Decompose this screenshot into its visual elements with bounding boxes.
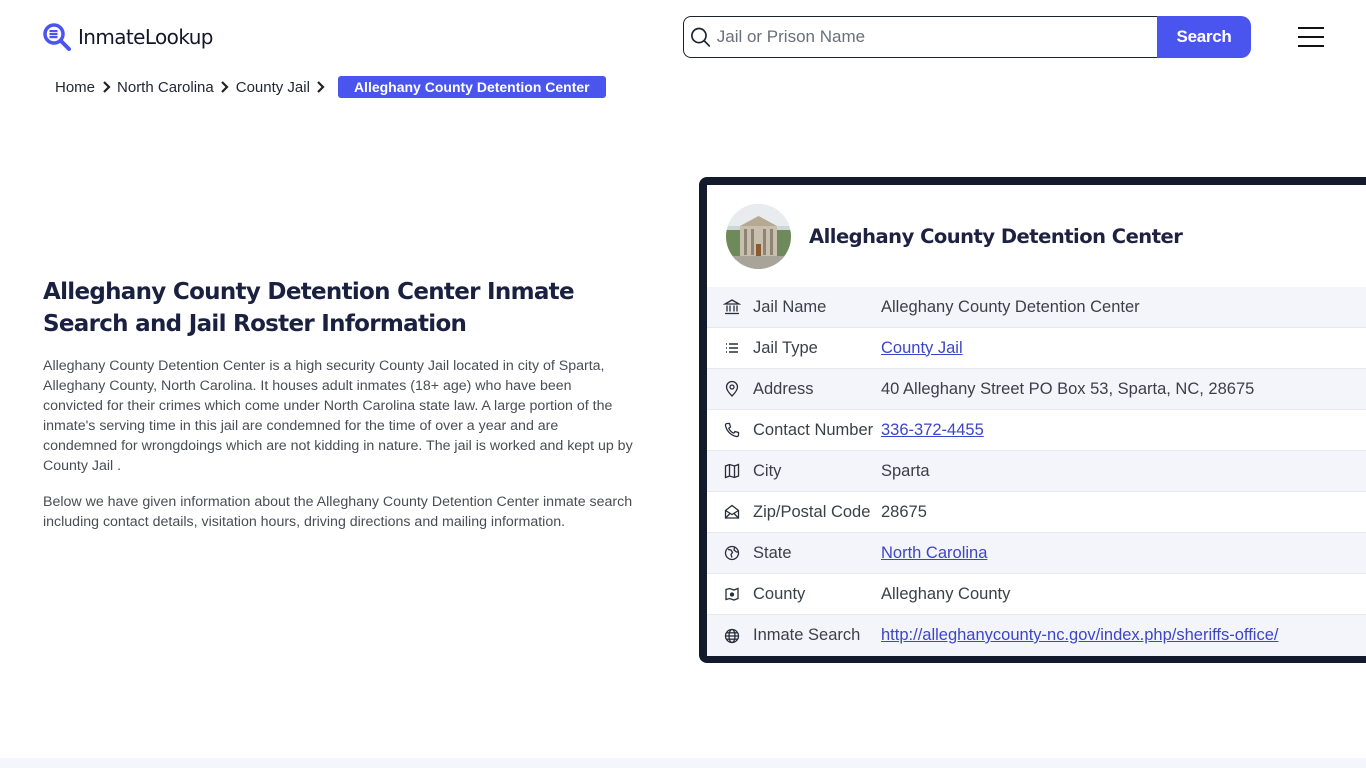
map-icon — [723, 462, 741, 480]
search-icon — [691, 27, 711, 47]
row-label: Jail Type — [753, 338, 818, 357]
globe-region-icon — [723, 544, 741, 562]
info-row-inmate-search: Inmate Search http://alleghanycounty-nc.… — [707, 615, 1366, 656]
chevron-right-icon — [98, 81, 114, 93]
info-row-state: State North Carolina — [707, 533, 1366, 574]
logo-link[interactable]: InmateLookup — [42, 22, 213, 52]
row-label: Zip/Postal Code — [753, 502, 871, 521]
map-pin-icon — [723, 380, 741, 398]
footer-band — [0, 758, 1366, 768]
menu-line — [1298, 45, 1324, 47]
globe-icon — [723, 627, 741, 645]
row-label: City — [753, 461, 782, 480]
info-row-city: City Sparta — [707, 451, 1366, 492]
row-label: Inmate Search — [753, 626, 861, 644]
row-label: Contact Number — [753, 420, 874, 439]
logo-text: InmateLookup — [78, 25, 213, 49]
breadcrumb-home[interactable]: Home — [55, 79, 95, 96]
row-label: State — [753, 543, 792, 562]
row-value: Sparta — [881, 461, 930, 480]
row-value: Alleghany County Detention Center — [881, 297, 1140, 316]
intro-section: Alleghany County Detention Center Inmate… — [43, 276, 635, 532]
info-row-jail-name: Jail Name Alleghany County Detention Cen… — [707, 287, 1366, 328]
row-value: 40 Alleghany Street PO Box 53, Sparta, N… — [881, 379, 1255, 398]
inmate-search-link[interactable]: http://alleghanycounty-nc.gov/index.php/… — [881, 626, 1278, 645]
card-title: Alleghany County Detention Center — [809, 224, 1183, 248]
menu-line — [1298, 27, 1324, 29]
row-label: Address — [753, 379, 814, 398]
jail-info-card: Alleghany County Detention Center Jail N… — [699, 177, 1366, 663]
list-icon — [723, 339, 741, 357]
page-title: Alleghany County Detention Center Inmate… — [43, 279, 575, 337]
search-field — [683, 16, 1157, 58]
state-link[interactable]: North Carolina — [881, 544, 987, 563]
search-input[interactable] — [716, 27, 1157, 47]
row-value: 28675 — [881, 502, 927, 521]
row-value: Alleghany County — [881, 584, 1011, 603]
jail-type-link[interactable]: County Jail — [881, 339, 963, 358]
phone-link[interactable]: 336-372-4455 — [881, 421, 984, 440]
info-table: Jail Name Alleghany County Detention Cen… — [707, 287, 1366, 656]
site-header: InmateLookup Search — [0, 0, 1366, 70]
hamburger-icon[interactable] — [1298, 27, 1324, 47]
jail-photo-avatar — [726, 203, 791, 269]
phone-icon — [723, 421, 741, 439]
logo-magnifier-icon — [42, 22, 72, 52]
mail-open-icon — [723, 503, 741, 521]
intro-paragraph: Below we have given information about th… — [43, 494, 633, 530]
row-label: Jail Name — [753, 297, 827, 316]
breadcrumb-current: Alleghany County Detention Center — [337, 76, 606, 98]
breadcrumb: Home North Carolina County Jail Alleghan… — [55, 76, 606, 98]
breadcrumb-state[interactable]: North Carolina — [117, 79, 214, 96]
row-label: County — [753, 584, 806, 603]
bank-icon — [723, 298, 741, 316]
info-row-zip: Zip/Postal Code 28675 — [707, 492, 1366, 533]
county-map-icon — [723, 585, 741, 603]
info-row-jail-type: Jail Type County Jail — [707, 328, 1366, 369]
menu-line — [1298, 36, 1324, 38]
search-form: Search — [683, 16, 1251, 58]
card-header: Alleghany County Detention Center — [707, 185, 1366, 287]
breadcrumb-jail-type[interactable]: County Jail — [236, 79, 310, 96]
info-row-address: Address 40 Alleghany Street PO Box 53, S… — [707, 369, 1366, 410]
info-row-contact: Contact Number 336-372-4455 — [707, 410, 1366, 451]
chevron-right-icon — [217, 81, 233, 93]
intro-paragraph: Alleghany County Detention Center is a h… — [43, 358, 633, 474]
info-row-county: County Alleghany County — [707, 574, 1366, 615]
search-button[interactable]: Search — [1157, 16, 1251, 58]
chevron-right-icon — [313, 81, 329, 93]
